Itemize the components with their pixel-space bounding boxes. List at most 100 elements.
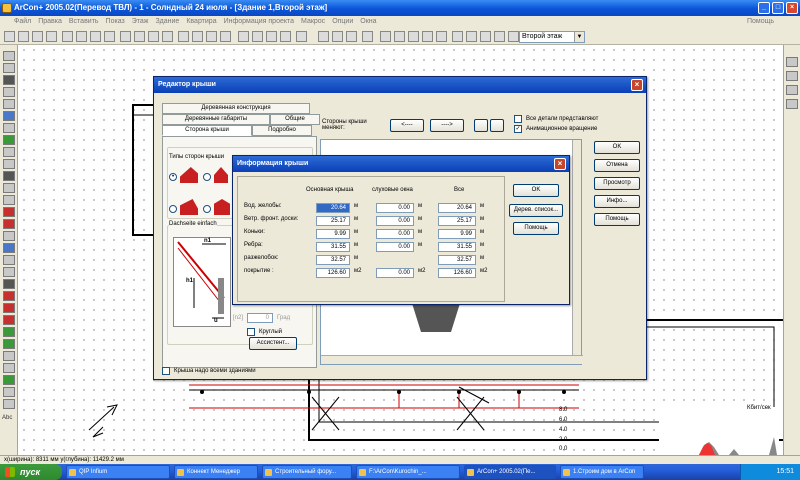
- left-tool-icon[interactable]: [3, 183, 15, 193]
- ok-button[interactable]: OK: [513, 184, 559, 197]
- info-button[interactable]: Инфо...: [594, 195, 640, 208]
- arcon-app-icon[interactable]: [2, 3, 12, 13]
- toolbar-tool-icon[interactable]: [104, 31, 115, 42]
- taskbar-task[interactable]: 1.Строим дом в ArCon: [560, 465, 644, 479]
- all-details-checkbox[interactable]: [514, 115, 522, 123]
- clock[interactable]: 15:51: [776, 468, 794, 475]
- toolbar-tool-icon[interactable]: [192, 31, 203, 42]
- toolbar-tool-icon[interactable]: [46, 31, 57, 42]
- toolbar-tool-icon[interactable]: [62, 31, 73, 42]
- toolbar-tool-icon[interactable]: [362, 31, 373, 42]
- toolbar-tool-icon[interactable]: [4, 31, 15, 42]
- floor-dropdown[interactable]: Второй этаж ▼: [519, 31, 585, 43]
- left-tool-icon[interactable]: [3, 87, 15, 97]
- left-tool-icon[interactable]: [3, 243, 15, 253]
- left-tool-icon[interactable]: [3, 267, 15, 277]
- menu-item[interactable]: Опции: [332, 16, 353, 28]
- menu-item[interactable]: Здание: [155, 16, 179, 28]
- tab-roof-side[interactable]: Сторона крыши: [162, 125, 252, 136]
- roof-type-radio[interactable]: [203, 205, 211, 213]
- left-tool-icon[interactable]: [3, 207, 15, 217]
- right-tool-icon[interactable]: [786, 57, 798, 67]
- all-field[interactable]: 126.60: [438, 268, 476, 278]
- tab-wood-construction[interactable]: Деревянная конструкция: [162, 103, 310, 114]
- menu-item[interactable]: Информация проекта: [224, 16, 294, 28]
- main-roof-field[interactable]: 32.57: [316, 255, 350, 265]
- menu-item[interactable]: Показ: [106, 16, 125, 28]
- taskbar-task[interactable]: ArCon+ 2005.02(Пе...: [464, 465, 556, 479]
- anim-rotation-checkbox[interactable]: ✓: [514, 125, 522, 133]
- tab-wood-dimensions[interactable]: Деревянные габариты: [162, 114, 270, 125]
- roof-type-radio[interactable]: [203, 173, 211, 181]
- close-button[interactable]: ×: [786, 2, 798, 14]
- chevron-down-icon[interactable]: ▼: [574, 32, 584, 42]
- all-field[interactable]: 31.55: [438, 242, 476, 252]
- toolbar-tool-icon[interactable]: [134, 31, 145, 42]
- assistant-button[interactable]: Ассистент...: [249, 337, 297, 350]
- main-roof-field[interactable]: 25.17: [316, 216, 350, 226]
- toolbar-tool-icon[interactable]: [422, 31, 433, 42]
- left-tool-icon[interactable]: [3, 387, 15, 397]
- left-tool-icon[interactable]: [3, 135, 15, 145]
- main-roof-field[interactable]: 9.99: [316, 229, 350, 239]
- left-tool-icon[interactable]: [3, 147, 15, 157]
- all-field[interactable]: 20.64: [438, 203, 476, 213]
- taskbar-task[interactable]: Коннект Менеджер: [174, 465, 258, 479]
- left-tool-icon[interactable]: [3, 63, 15, 73]
- all-field[interactable]: 32.57: [438, 255, 476, 265]
- toolbar-tool-icon[interactable]: [148, 31, 159, 42]
- left-tool-icon[interactable]: [3, 303, 15, 313]
- toolbar-tool-icon[interactable]: [408, 31, 419, 42]
- view-icon[interactable]: [474, 119, 488, 132]
- right-tool-icon[interactable]: [786, 99, 798, 109]
- toolbar-tool-icon[interactable]: [206, 31, 217, 42]
- left-tool-icon[interactable]: [3, 279, 15, 289]
- toolbar-tool-icon[interactable]: [452, 31, 463, 42]
- left-tool-icon[interactable]: [3, 99, 15, 109]
- menu-item[interactable]: Квартира: [186, 16, 216, 28]
- left-tool-icon[interactable]: [3, 255, 15, 265]
- menu-item[interactable]: Правка: [38, 16, 62, 28]
- left-tool-icon[interactable]: [3, 159, 15, 169]
- preview-button[interactable]: Просмотр: [594, 177, 640, 190]
- left-tool-icon[interactable]: [3, 195, 15, 205]
- cancel-button[interactable]: Отмена: [594, 159, 640, 172]
- left-tool-icon[interactable]: [3, 231, 15, 241]
- left-tool-icon[interactable]: [3, 327, 15, 337]
- start-button[interactable]: пуск: [0, 464, 62, 480]
- menu-item[interactable]: Вставить: [69, 16, 99, 28]
- toolbar-tool-icon[interactable]: [18, 31, 29, 42]
- roof-type-radio[interactable]: [169, 205, 177, 213]
- toolbar-tool-icon[interactable]: [120, 31, 131, 42]
- toolbar-tool-icon[interactable]: [252, 31, 263, 42]
- maximize-button[interactable]: □: [772, 2, 784, 14]
- toolbar-tool-icon[interactable]: [480, 31, 491, 42]
- roof-type-radio[interactable]: •: [169, 173, 177, 181]
- left-tool-icon[interactable]: [3, 171, 15, 181]
- minimize-button[interactable]: _: [758, 2, 770, 14]
- right-tool-icon[interactable]: [786, 71, 798, 81]
- toolbar-tool-icon[interactable]: [346, 31, 357, 42]
- left-tool-icon[interactable]: [3, 123, 15, 133]
- all-field[interactable]: 25.17: [438, 216, 476, 226]
- left-tool-icon[interactable]: [3, 291, 15, 301]
- preview-vertical-scrollbar[interactable]: [572, 140, 581, 356]
- right-tool-icon[interactable]: [786, 85, 798, 95]
- left-tool-icon[interactable]: [3, 51, 15, 61]
- left-tool-icon[interactable]: [3, 75, 15, 85]
- taskbar-task[interactable]: F:\ArCon\Kurochin_...: [356, 465, 460, 479]
- n2-field[interactable]: 0: [247, 313, 273, 323]
- left-tool-icon[interactable]: [3, 399, 15, 409]
- toolbar-tool-icon[interactable]: [238, 31, 249, 42]
- dormers-field[interactable]: 0.00: [376, 268, 414, 278]
- toolbar-tool-icon[interactable]: [466, 31, 477, 42]
- toolbar-tool-icon[interactable]: [90, 31, 101, 42]
- wood-list-button[interactable]: Дерев. список...: [509, 204, 563, 217]
- toolbar-tool-icon[interactable]: [76, 31, 87, 42]
- close-icon[interactable]: ×: [631, 79, 643, 91]
- toolbar-tool-icon[interactable]: [394, 31, 405, 42]
- ok-button[interactable]: OK: [594, 141, 640, 154]
- toolbar-tool-icon[interactable]: [318, 31, 329, 42]
- next-side-button[interactable]: ---->: [430, 119, 464, 132]
- main-roof-field[interactable]: 31.55: [316, 242, 350, 252]
